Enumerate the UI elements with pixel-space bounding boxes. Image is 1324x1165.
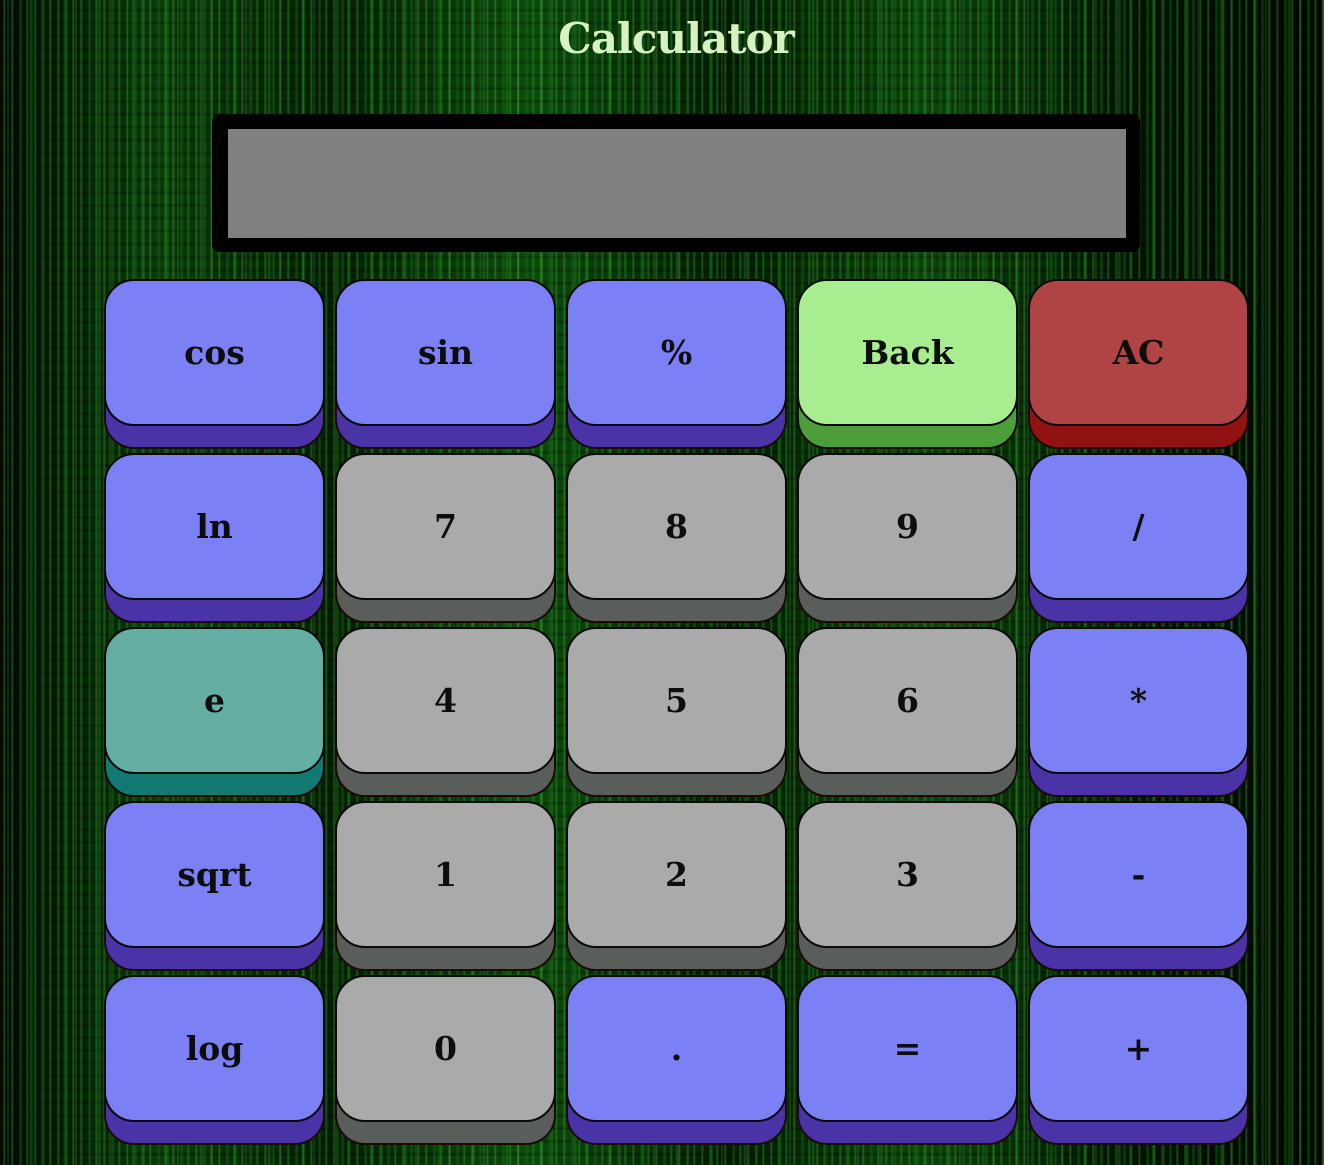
calculator-page: { "title": "Calculator", "display": { "v… bbox=[0, 0, 1324, 1165]
sqrt-button-label[interactable]: sqrt bbox=[104, 801, 325, 948]
log-button-label[interactable]: log bbox=[104, 975, 325, 1122]
percent-button-label[interactable]: % bbox=[566, 279, 787, 426]
ln-button-label[interactable]: ln bbox=[104, 453, 325, 600]
minus-button-label[interactable]: - bbox=[1028, 801, 1249, 948]
sin-button-label[interactable]: sin bbox=[335, 279, 556, 426]
back-button[interactable]: Back bbox=[797, 279, 1018, 453]
multiply-button-label[interactable]: * bbox=[1028, 627, 1249, 774]
equals-button[interactable]: = bbox=[797, 975, 1018, 1149]
back-button-label[interactable]: Back bbox=[797, 279, 1018, 426]
digit-6-button-label[interactable]: 6 bbox=[797, 627, 1018, 774]
decimal-point-button[interactable]: . bbox=[566, 975, 787, 1149]
sqrt-button[interactable]: sqrt bbox=[104, 801, 325, 975]
decimal-point-button-label[interactable]: . bbox=[566, 975, 787, 1122]
equals-button-label[interactable]: = bbox=[797, 975, 1018, 1122]
all-clear-button[interactable]: AC bbox=[1028, 279, 1249, 453]
digit-8-button[interactable]: 8 bbox=[566, 453, 787, 627]
digit-7-button-label[interactable]: 7 bbox=[335, 453, 556, 600]
minus-button[interactable]: - bbox=[1028, 801, 1249, 975]
percent-button[interactable]: % bbox=[566, 279, 787, 453]
divide-button[interactable]: / bbox=[1028, 453, 1249, 627]
cos-button-label[interactable]: cos bbox=[104, 279, 325, 426]
digit-9-button-label[interactable]: 9 bbox=[797, 453, 1018, 600]
all-clear-button-label[interactable]: AC bbox=[1028, 279, 1249, 426]
divide-button-label[interactable]: / bbox=[1028, 453, 1249, 600]
digit-0-button-label[interactable]: 0 bbox=[335, 975, 556, 1122]
display-frame bbox=[212, 114, 1140, 252]
e-constant-button-label[interactable]: e bbox=[104, 627, 325, 774]
log-button[interactable]: log bbox=[104, 975, 325, 1149]
e-constant-button[interactable]: e bbox=[104, 627, 325, 801]
digit-5-button-label[interactable]: 5 bbox=[566, 627, 787, 774]
keypad: cos sin % Back AC ln 7 8 9 / e 4 5 6 * s… bbox=[104, 279, 1250, 1159]
page-title: Calculator bbox=[558, 14, 794, 63]
ln-button[interactable]: ln bbox=[104, 453, 325, 627]
plus-button-label[interactable]: + bbox=[1028, 975, 1249, 1122]
digit-8-button-label[interactable]: 8 bbox=[566, 453, 787, 600]
digit-2-button-label[interactable]: 2 bbox=[566, 801, 787, 948]
plus-button[interactable]: + bbox=[1028, 975, 1249, 1149]
digit-3-button-label[interactable]: 3 bbox=[797, 801, 1018, 948]
digit-0-button[interactable]: 0 bbox=[335, 975, 556, 1149]
sin-button[interactable]: sin bbox=[335, 279, 556, 453]
digit-1-button-label[interactable]: 1 bbox=[335, 801, 556, 948]
digit-4-button[interactable]: 4 bbox=[335, 627, 556, 801]
cos-button[interactable]: cos bbox=[104, 279, 325, 453]
digit-4-button-label[interactable]: 4 bbox=[335, 627, 556, 774]
digit-1-button[interactable]: 1 bbox=[335, 801, 556, 975]
calculator-display[interactable] bbox=[228, 129, 1126, 238]
digit-9-button[interactable]: 9 bbox=[797, 453, 1018, 627]
multiply-button[interactable]: * bbox=[1028, 627, 1249, 801]
digit-3-button[interactable]: 3 bbox=[797, 801, 1018, 975]
digit-6-button[interactable]: 6 bbox=[797, 627, 1018, 801]
digit-2-button[interactable]: 2 bbox=[566, 801, 787, 975]
digit-5-button[interactable]: 5 bbox=[566, 627, 787, 801]
digit-7-button[interactable]: 7 bbox=[335, 453, 556, 627]
